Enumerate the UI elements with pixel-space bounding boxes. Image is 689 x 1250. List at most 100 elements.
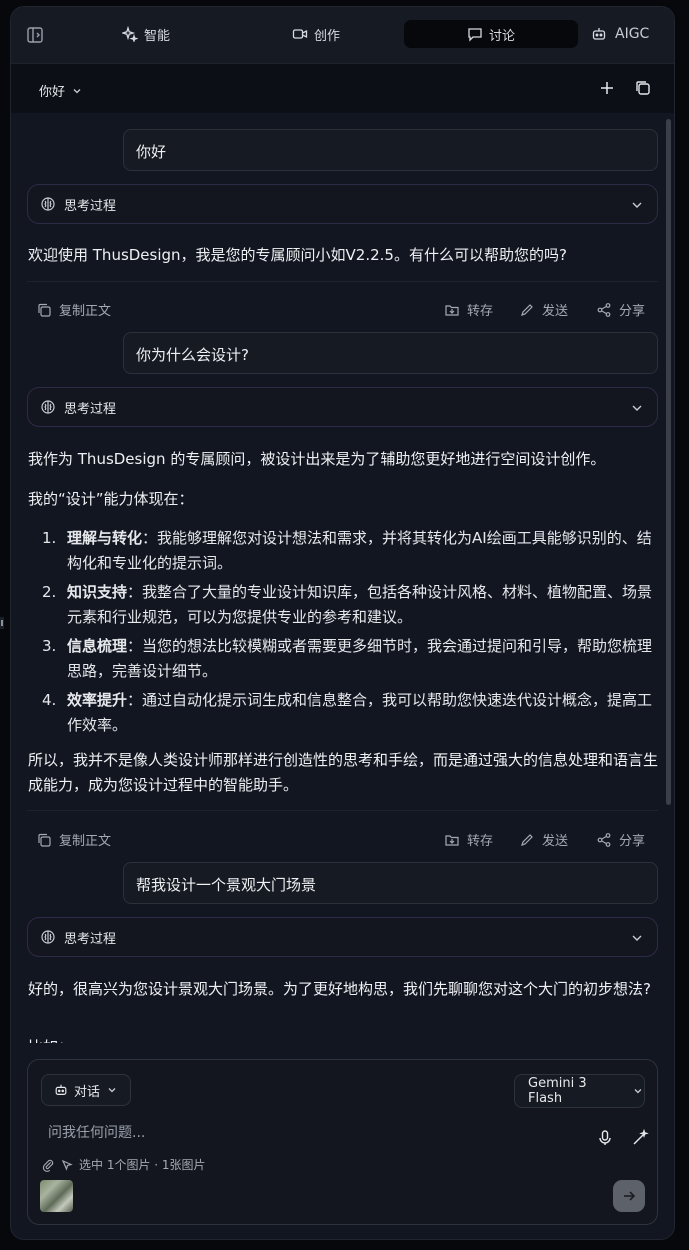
save-button[interactable]: 转存	[444, 300, 493, 319]
chevron-down-icon	[632, 405, 642, 411]
resize-handle[interactable]	[0, 617, 4, 629]
divider	[27, 810, 658, 811]
video-icon	[292, 29, 308, 39]
arrow-right-icon	[624, 1191, 636, 1201]
thinking-toggle[interactable]: 思考过程	[27, 184, 658, 224]
assistant-message-intro: 我作为 ThusDesign 的专属顾问，被设计出来是为了辅助您更好地进行空间设…	[28, 450, 606, 468]
list-number: 2.	[42, 583, 57, 601]
new-chat-icon[interactable]	[597, 78, 617, 98]
list-item-text: ：我整合了大量的专业设计知识库，包括各种设计风格、材料、植物配置、场景元素和行业…	[67, 583, 653, 626]
assistant-message-continued: 比如：	[28, 1035, 658, 1043]
robot-icon	[592, 28, 606, 40]
assistant-message-outro: 所以，我并不是像人类设计师那样进行创造性的思考和手绘，而是通过强大的信息处理和语…	[28, 751, 659, 794]
magic-wand-icon[interactable]	[631, 1129, 649, 1147]
paperclip-icon[interactable]	[41, 1158, 55, 1172]
chat-panel: 智能 创作 讨论 AIGC 你好 你好 思考过程 欢迎使用 ThusDesign…	[10, 6, 675, 1240]
scrollbar[interactable]	[666, 119, 671, 805]
assistant-message: 好的，很高兴为您设计景观大门场景。为了更好地构思，我们先聊聊您对这个大门的初步想…	[28, 980, 651, 998]
capability-list: 1. 理解与转化：我能够理解您对设计想法和需求，并将其转化为AI绘画工具能够识别的…	[28, 526, 658, 742]
send-label: 发送	[542, 304, 569, 319]
copy-label: 复制正文	[59, 304, 112, 319]
sparkle-icon	[121, 26, 138, 42]
chevron-down-icon	[632, 202, 642, 208]
copy-conversation-icon[interactable]	[633, 78, 653, 98]
mode-label: 对话	[74, 1084, 101, 1100]
mode-selector[interactable]: 对话	[41, 1074, 131, 1106]
list-item-text: ：我能够理解您对设计想法和需求，并将其转化为AI绘画工具能够识别的、结构化和专业…	[67, 529, 652, 572]
list-item: 1. 理解与转化：我能够理解您对设计想法和需求，并将其转化为AI绘画工具能够识别的…	[28, 526, 658, 576]
copy-icon	[38, 303, 51, 317]
tab-label: 智能	[143, 28, 170, 44]
list-item: 2. 知识支持：我整合了大量的专业设计知识库，包括各种设计风格、材料、植物配置、场…	[28, 580, 658, 630]
message-input[interactable]	[48, 1123, 568, 1143]
conversation-selector[interactable]: 你好	[39, 81, 83, 100]
attached-image-thumbnail[interactable]	[40, 1180, 73, 1212]
list-item: 3. 信息梳理：当您的想法比较模糊或者需要更多细节时，我会通过提问和引导，帮助您梳…	[28, 634, 658, 684]
thinking-label: 思考过程	[64, 401, 117, 417]
share-button[interactable]: 分享	[596, 830, 645, 849]
list-number: 3.	[42, 637, 57, 655]
copy-text-button[interactable]: 复制正文	[36, 830, 111, 849]
message-actions: 复制正文 转存 发送 分享	[27, 300, 658, 320]
tab-create[interactable]: 创作	[276, 20, 356, 48]
send-message-button[interactable]	[613, 1180, 645, 1212]
tab-smart[interactable]: 智能	[106, 20, 186, 48]
robot-icon	[55, 1084, 67, 1095]
cursor-icon	[61, 1159, 73, 1171]
copy-text-button[interactable]: 复制正文	[36, 300, 111, 319]
tab-aigc[interactable]: AIGC	[591, 20, 671, 48]
thinking-label: 思考过程	[64, 931, 117, 947]
message-list[interactable]: 你好 思考过程 欢迎使用 ThusDesign，我是您的专属顾问小如V2.2.5…	[11, 113, 674, 1043]
tab-label: AIGC	[615, 26, 650, 42]
selection-text: 选中 1个图片 · 1张图片	[79, 1158, 206, 1172]
chevron-down-icon	[108, 1088, 116, 1093]
message-actions: 复制正文 转存 发送 分享	[27, 830, 658, 850]
copy-label: 复制正文	[59, 834, 112, 849]
conversation-header: 你好	[11, 63, 674, 113]
save-label: 转存	[467, 304, 494, 319]
sidebar-toggle-icon[interactable]	[25, 25, 45, 45]
composer: 对话 Gemini 3 Flash 选中 1个图片 · 1张图片	[27, 1059, 658, 1225]
list-item-text: ：通过自动化提示词生成和信息整合，我可以帮助您快速迭代设计概念，提高工作效率。	[67, 691, 653, 734]
selection-info: 选中 1个图片 · 1张图片	[41, 1156, 206, 1173]
copy-icon	[38, 833, 51, 847]
chevron-down-icon	[634, 1089, 642, 1094]
save-label: 转存	[467, 834, 494, 849]
share-button[interactable]: 分享	[596, 300, 645, 319]
save-button[interactable]: 转存	[444, 830, 493, 849]
share-icon	[597, 832, 611, 847]
tab-discuss[interactable]: 讨论	[404, 20, 578, 48]
send-button[interactable]: 发送	[519, 300, 568, 319]
user-message: 你为什么会设计?	[123, 332, 658, 374]
chevron-down-icon	[632, 935, 642, 941]
tab-label: 创作	[313, 28, 340, 44]
user-message: 帮我设计一个景观大门场景	[123, 862, 658, 904]
brain-icon	[41, 197, 55, 211]
list-item-title: 理解与转化	[67, 529, 143, 547]
list-number: 1.	[42, 529, 57, 547]
list-item-title: 信息梳理	[67, 637, 128, 655]
send-label: 发送	[542, 834, 569, 849]
model-label: Gemini 3 Flash	[528, 1076, 587, 1106]
pencil-icon	[521, 303, 533, 316]
send-button[interactable]: 发送	[519, 830, 568, 849]
share-label: 分享	[619, 304, 646, 319]
save-to-folder-icon	[445, 304, 459, 316]
thinking-toggle[interactable]: 思考过程	[27, 917, 658, 957]
thinking-toggle[interactable]: 思考过程	[27, 387, 658, 427]
save-to-folder-icon	[445, 834, 459, 846]
chevron-down-icon	[73, 88, 81, 93]
list-item: 4. 效率提升：通过自动化提示词生成和信息整合，我可以帮助您快速迭代设计概念，提高…	[28, 688, 658, 738]
microphone-icon[interactable]	[596, 1129, 614, 1147]
assistant-message: 欢迎使用 ThusDesign，我是您的专属顾问小如V2.2.5。有什么可以帮助…	[28, 246, 567, 264]
share-label: 分享	[619, 834, 646, 849]
model-selector[interactable]: Gemini 3 Flash	[514, 1074, 645, 1108]
list-number: 4.	[42, 691, 57, 709]
brain-icon	[41, 400, 55, 414]
thinking-label: 思考过程	[64, 198, 117, 214]
pencil-icon	[521, 833, 533, 846]
chat-icon	[468, 28, 482, 42]
assistant-message-lead: 我的“设计”能力体现在：	[28, 490, 194, 508]
list-item-title: 效率提升	[67, 691, 128, 709]
list-item-text: ：当您的想法比较模糊或者需要更多细节时，我会通过提问和引导，帮助您梳理思路，完善…	[67, 637, 653, 680]
